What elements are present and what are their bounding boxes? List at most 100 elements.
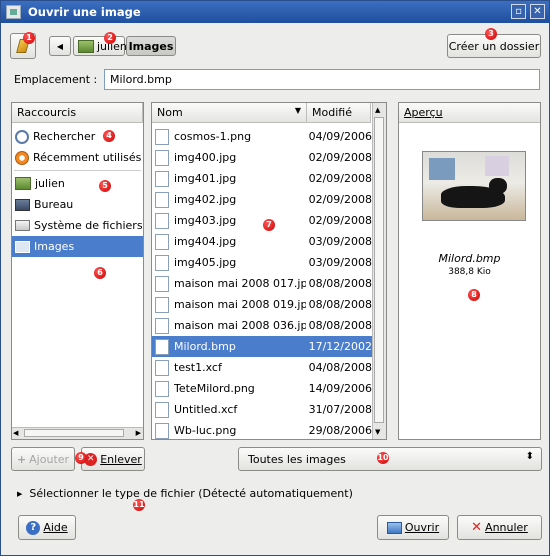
chevron-updown-icon: ⬍ xyxy=(525,451,534,462)
location-label: Emplacement : xyxy=(14,73,98,86)
callout-badge-11: 11 xyxy=(133,499,145,511)
search-icon xyxy=(15,129,29,144)
cancel-button[interactable]: ✕ Annuler xyxy=(457,515,542,540)
open-folder-icon xyxy=(386,521,402,534)
shortcut-label: Rechercher xyxy=(33,130,96,143)
file-icon xyxy=(155,338,169,355)
shortcut-filesystem[interactable]: Système de fichiers xyxy=(12,215,143,236)
help-button[interactable]: ? Aide xyxy=(18,515,76,540)
preview-dog-head xyxy=(489,178,507,194)
file-icon xyxy=(155,401,169,418)
title-bar[interactable]: Ouvrir une image ▫ ✕ xyxy=(1,1,549,23)
file-type-expander-label: Sélectionner le type de fichier (Détecté… xyxy=(29,487,353,500)
file-type-expander[interactable]: ▶ Sélectionner le type de fichier (Détec… xyxy=(17,487,353,500)
maximize-button[interactable]: ▫ xyxy=(511,4,526,19)
preview-filename: Milord.bmp xyxy=(438,252,501,265)
callout-badge-7: 7 xyxy=(263,219,275,231)
file-name: TeteMilord.png xyxy=(174,382,255,395)
file-row[interactable]: img404.jpg 03/09/2008 xyxy=(152,231,372,252)
file-date: 02/09/2008 xyxy=(308,172,372,185)
file-name: maison mai 2008 019.jpg xyxy=(174,298,306,311)
file-icon xyxy=(155,128,169,145)
shortcut-images[interactable]: Images xyxy=(12,236,143,257)
file-date: 29/08/2006 xyxy=(308,424,372,437)
path-segment-julien[interactable]: julien xyxy=(73,36,127,56)
preview-size: 388,8 Kio xyxy=(448,267,491,277)
file-row[interactable]: maison mai 2008 017.jpg 08/08/2008 xyxy=(152,273,372,294)
file-name: maison mai 2008 036.jpg xyxy=(174,319,306,332)
open-label: Ouvrir xyxy=(404,521,440,534)
shortcut-label: Système de fichiers xyxy=(34,219,143,232)
file-icon xyxy=(155,212,169,229)
home-folder-icon xyxy=(15,177,31,190)
remove-label: Enlever xyxy=(100,452,142,466)
file-row[interactable]: Wb-luc.png 29/08/2006 xyxy=(152,420,372,439)
file-name: maison mai 2008 017.jpg xyxy=(174,277,306,290)
close-button[interactable]: ✕ xyxy=(530,4,545,19)
file-icon xyxy=(155,317,169,334)
path-segment-label: Images xyxy=(128,39,174,53)
file-list-pane: Nom ▼ Modifié cosmos-1.png 04/09/2006 img4… xyxy=(151,102,387,440)
file-date: 02/09/2008 xyxy=(308,214,372,227)
file-date: 08/08/2008 xyxy=(308,277,372,290)
file-row[interactable]: img400.jpg 02/09/2008 xyxy=(152,147,372,168)
callout-badge-1: 1 xyxy=(23,32,35,44)
path-segment-images[interactable]: Images xyxy=(126,36,176,56)
file-row[interactable]: maison mai 2008 019.jpg 08/08/2008 xyxy=(152,294,372,315)
file-row[interactable]: test1.xcf 04/08/2008 xyxy=(152,357,372,378)
cancel-label: Annuler xyxy=(485,521,528,534)
file-row[interactable]: maison mai 2008 036.jpg 08/08/2008 xyxy=(152,315,372,336)
callout-badge-3: 3 xyxy=(485,28,497,40)
file-icon xyxy=(155,254,169,271)
file-row[interactable]: Untitled.xcf 31/07/2008 xyxy=(152,399,372,420)
scroll-thumb[interactable] xyxy=(374,117,384,423)
preview-header: Aperçu xyxy=(399,103,540,123)
file-row[interactable]: Milord.bmp 17/12/2002 xyxy=(152,336,372,357)
remove-bookmark-button[interactable]: ✕ Enlever xyxy=(81,447,145,471)
preview-window-shape xyxy=(429,158,455,180)
file-name: img405.jpg xyxy=(174,256,237,269)
file-name: img400.jpg xyxy=(174,151,237,164)
file-row[interactable]: img401.jpg 02/09/2008 xyxy=(152,168,372,189)
file-list-vscrollbar[interactable]: ▲ ▼ xyxy=(372,103,386,439)
scroll-thumb[interactable] xyxy=(24,429,124,437)
shortcut-search[interactable]: Rechercher xyxy=(12,126,143,147)
file-row[interactable]: TeteMilord.png 14/09/2006 xyxy=(152,378,372,399)
shortcut-julien[interactable]: julien xyxy=(12,173,143,194)
column-header-name[interactable]: Nom ▼ xyxy=(152,103,307,123)
shortcuts-hscrollbar[interactable]: ◀ ▶ xyxy=(12,427,143,439)
file-row[interactable]: img402.jpg 02/09/2008 xyxy=(152,189,372,210)
path-back-button[interactable]: ◀ xyxy=(49,36,71,56)
add-bookmark-button[interactable]: + Ajouter xyxy=(11,447,75,471)
shortcut-bureau[interactable]: Bureau xyxy=(12,194,143,215)
recent-icon xyxy=(15,150,29,165)
file-name: img403.jpg xyxy=(174,214,237,227)
location-input[interactable]: Milord.bmp xyxy=(104,69,540,90)
shortcut-recent[interactable]: Récemment utilisés xyxy=(12,147,143,168)
file-row[interactable]: img405.jpg 03/09/2008 xyxy=(152,252,372,273)
shortcuts-header[interactable]: Raccourcis xyxy=(12,103,143,123)
callout-badge-2: 2 xyxy=(104,32,116,44)
callout-badge-10: 10 xyxy=(377,452,389,464)
window-title: Ouvrir une image xyxy=(28,5,141,19)
file-date: 17/12/2002 xyxy=(308,340,372,353)
column-header-modified[interactable]: Modifié xyxy=(307,103,371,123)
file-name: img401.jpg xyxy=(174,172,237,185)
file-name: Untitled.xcf xyxy=(174,403,238,416)
callout-badge-6: 6 xyxy=(94,267,106,279)
add-label: Ajouter xyxy=(29,452,70,466)
file-icon xyxy=(155,359,169,376)
file-row[interactable]: cosmos-1.png 04/09/2006 xyxy=(152,126,372,147)
desktop-icon xyxy=(15,198,30,211)
shortcut-divider xyxy=(14,170,141,171)
open-button[interactable]: Ouvrir xyxy=(377,515,449,540)
file-name: Milord.bmp xyxy=(174,340,236,353)
folder-icon xyxy=(15,240,30,253)
callout-badge-5: 5 xyxy=(99,180,111,192)
file-date: 08/08/2008 xyxy=(308,298,372,311)
file-date: 03/09/2008 xyxy=(308,235,372,248)
scroll-down-icon: ▼ xyxy=(375,428,381,436)
filter-combo[interactable]: Toutes les images ⬍ xyxy=(238,447,542,471)
file-icon xyxy=(155,170,169,187)
file-row[interactable]: img403.jpg 02/09/2008 xyxy=(152,210,372,231)
